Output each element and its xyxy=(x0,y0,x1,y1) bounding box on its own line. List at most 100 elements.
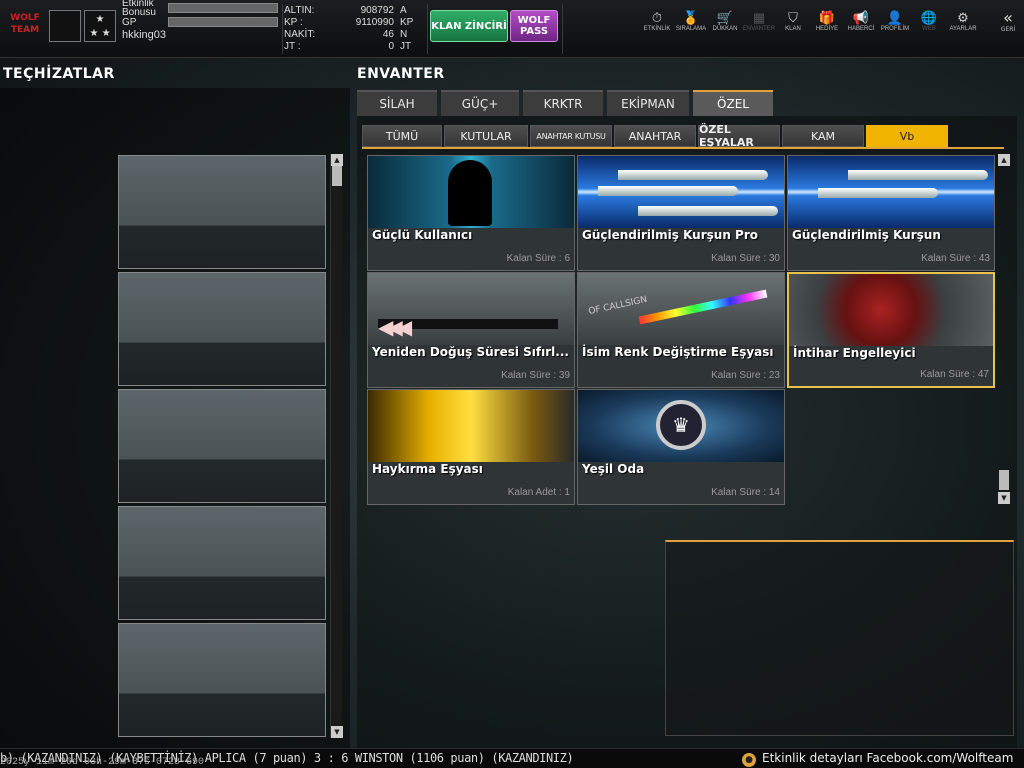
gift-icon: 🎁 xyxy=(818,10,836,25)
nav-siralama[interactable]: 🏅 SIRALAMA xyxy=(674,10,708,32)
nav-dukkan[interactable]: 🛒 DÜKKAN xyxy=(708,10,742,32)
scroll-thumb[interactable] xyxy=(999,470,1009,490)
item-name: Yeniden Doğuş Süresi Sıfırl... xyxy=(372,345,569,359)
profile-icon: 👤 xyxy=(886,10,904,25)
inventory-item[interactable]: Güçlendirilmiş Kurşun Pro Kalan Süre : 3… xyxy=(577,155,785,271)
scroll-thumb[interactable] xyxy=(332,166,342,186)
inventory-item[interactable]: Güçlü Kullanıcı Kalan Süre : 6 xyxy=(367,155,575,271)
megaphone-icon: 📢 xyxy=(852,10,870,25)
clan-emblem xyxy=(49,10,81,42)
item-name: Güçlü Kullanıcı xyxy=(372,228,473,242)
ticker-event-info[interactable]: ● Etkinlik detayları Facebook.com/Wolftea… xyxy=(742,751,1013,767)
gp-bar xyxy=(168,17,278,27)
subtab-anahtar[interactable]: ANAHTAR xyxy=(614,125,696,147)
event-bonus-label: Etkinlik Bonusu xyxy=(122,0,156,18)
currency-row-altin: ALTIN: 908792 A xyxy=(284,5,407,16)
game-logo: WOLF TEAM xyxy=(10,13,40,35)
item-remaining: Kalan Süre : 23 xyxy=(711,370,780,381)
inventory-main-tabs: SİLAH GÜÇ+ KRKTR EKİPMAN ÖZEL xyxy=(357,90,777,116)
item-image: ♛ xyxy=(578,390,784,462)
clan-chain-button[interactable]: KLAN ZİNCİRİ xyxy=(430,10,508,42)
nav-hediye[interactable]: 🎁 HEDİYE xyxy=(810,10,844,32)
nav-etkinlik[interactable]: ⏱ ETKİNLİK xyxy=(640,10,674,32)
double-chevron-left-icon: « xyxy=(1003,8,1013,27)
scroll-down-icon[interactable]: ▼ xyxy=(331,726,343,738)
item-image xyxy=(368,390,574,462)
inventory-icon: ▦ xyxy=(752,10,766,25)
inventory-item[interactable]: Güçlendirilmiş Kurşun Kalan Süre : 43 xyxy=(787,155,995,271)
stopwatch-icon: ⏱ xyxy=(651,10,663,25)
tab-guc[interactable]: GÜÇ+ xyxy=(441,90,519,116)
tab-ekipman[interactable]: EKİPMAN xyxy=(607,90,689,116)
subtab-vb[interactable]: Vb xyxy=(866,125,948,147)
equipment-slot[interactable] xyxy=(118,506,326,620)
nav-ayarlar[interactable]: ⚙ AYARLAR xyxy=(946,10,980,32)
tab-ozel[interactable]: ÖZEL xyxy=(693,90,773,116)
globe-icon: 🌐 xyxy=(920,10,938,25)
wolf-pass-button[interactable]: WOLF PASS xyxy=(510,10,558,42)
currency-row-nakit: NAKİT: 46 N xyxy=(284,29,408,40)
item-image: OF CALLSIGN xyxy=(578,273,784,345)
inventory-item-selected[interactable]: İntihar Engelleyici Kalan Süre : 47 xyxy=(787,272,995,388)
item-image xyxy=(578,156,784,228)
nav-envanter[interactable]: ▦ ENVANTER xyxy=(742,10,776,32)
rank-icon: ★ ★ ★ xyxy=(84,10,116,42)
scroll-up-icon[interactable]: ▲ xyxy=(998,154,1010,166)
item-image xyxy=(368,156,574,228)
currency-row-kp: KP :9110990 KP xyxy=(284,17,414,28)
equipment-slot[interactable] xyxy=(118,623,326,737)
inventory-title: ENVANTER xyxy=(357,66,445,82)
cart-icon: 🛒 xyxy=(716,10,734,25)
player-info: Etkinlik Bonusu GP hkking03 xyxy=(122,0,282,41)
nav-haberci[interactable]: 📢 HABERCİ xyxy=(844,10,878,32)
equipment-title: TEÇHİZATLAR xyxy=(3,66,115,82)
nav-klan[interactable]: ⛉ KLAN xyxy=(776,10,810,32)
nav-profilim[interactable]: 👤 PROFİLİM xyxy=(878,10,912,32)
inventory-item[interactable]: ♛ Yeşil Oda Kalan Süre : 14 xyxy=(577,389,785,505)
username: hkking03 xyxy=(122,29,167,41)
item-name: İsim Renk Değiştirme Eşyası xyxy=(582,345,774,359)
subtab-anahtar-kutusu[interactable]: ANAHTAR KUTUSU xyxy=(530,125,612,147)
scroll-down-icon[interactable]: ▼ xyxy=(998,492,1010,504)
equipment-slot[interactable] xyxy=(118,272,326,386)
main-nav: ⏱ ETKİNLİK 🏅 SIRALAMA 🛒 DÜKKAN ▦ ENVANTER ⛉ K… xyxy=(640,10,980,32)
item-name: Güçlendirilmiş Kurşun xyxy=(792,228,941,242)
inventory-scrollbar[interactable]: ▲ ▼ xyxy=(998,154,1010,504)
inventory-sub-tabs: TÜMÜ KUTULAR ANAHTAR KUTUSU ANAHTAR ÖZEL… xyxy=(362,123,950,149)
inventory-item[interactable]: Haykırma Eşyası Kalan Adet : 1 xyxy=(367,389,575,505)
nav-web[interactable]: 🌐 WEB xyxy=(912,10,946,32)
tab-silah[interactable]: SİLAH xyxy=(357,90,437,116)
subtab-kam[interactable]: KAM xyxy=(782,125,864,147)
item-image: ◀◀◀ xyxy=(368,273,574,345)
subtab-kutular[interactable]: KUTULAR xyxy=(444,125,528,147)
equipment-slot[interactable] xyxy=(118,389,326,503)
item-remaining: Kalan Adet : 1 xyxy=(507,487,570,498)
item-remaining: Kalan Süre : 30 xyxy=(711,253,780,264)
scroll-up-icon[interactable]: ▲ xyxy=(331,154,343,166)
item-name: Güçlendirilmiş Kurşun Pro xyxy=(582,228,758,242)
item-remaining: Kalan Süre : 47 xyxy=(920,369,989,380)
ticker-timestamp: 2025y-11m-26d-03h-29m-37s-0728-690 xyxy=(0,757,205,768)
top-bar: WOLF TEAM ★ ★ ★ Etkinlik Bonusu GP hkking0… xyxy=(0,0,1024,58)
subtab-ozel-esyalar[interactable]: ÖZEL EŞYALAR xyxy=(698,123,780,149)
currency-panel: ALTIN: 908792 A KP :9110990 KP NAKİT: 46 N JT… xyxy=(284,5,426,53)
tab-krktr[interactable]: KRKTR xyxy=(523,90,603,116)
item-remaining: Kalan Süre : 14 xyxy=(711,487,780,498)
back-button[interactable]: « GERİ xyxy=(996,8,1020,34)
subtab-tumu[interactable]: TÜMÜ xyxy=(362,125,442,147)
inventory-item[interactable]: ◀◀◀ Yeniden Doğuş Süresi Sıfırl... Kalan… xyxy=(367,272,575,388)
item-name: Yeşil Oda xyxy=(582,462,645,476)
currency-row-jt: JT :0 JT xyxy=(284,41,412,52)
callsign-art-text: OF CALLSIGN xyxy=(587,294,649,318)
gp-label: GP xyxy=(122,16,137,28)
equipment-scrollbar[interactable]: ▲ ▼ xyxy=(330,154,343,738)
item-description-box xyxy=(665,540,1014,736)
equipment-slot[interactable] xyxy=(118,155,326,269)
inventory-item[interactable]: OF CALLSIGN İsim Renk Değiştirme Eşyası … xyxy=(577,272,785,388)
shield-icon: ⛉ xyxy=(788,10,798,25)
item-remaining: Kalan Süre : 39 xyxy=(501,370,570,381)
info-icon: ● xyxy=(742,753,756,767)
item-remaining: Kalan Süre : 43 xyxy=(921,253,990,264)
crown-icon: ♛ xyxy=(656,400,706,450)
item-image xyxy=(789,274,993,346)
